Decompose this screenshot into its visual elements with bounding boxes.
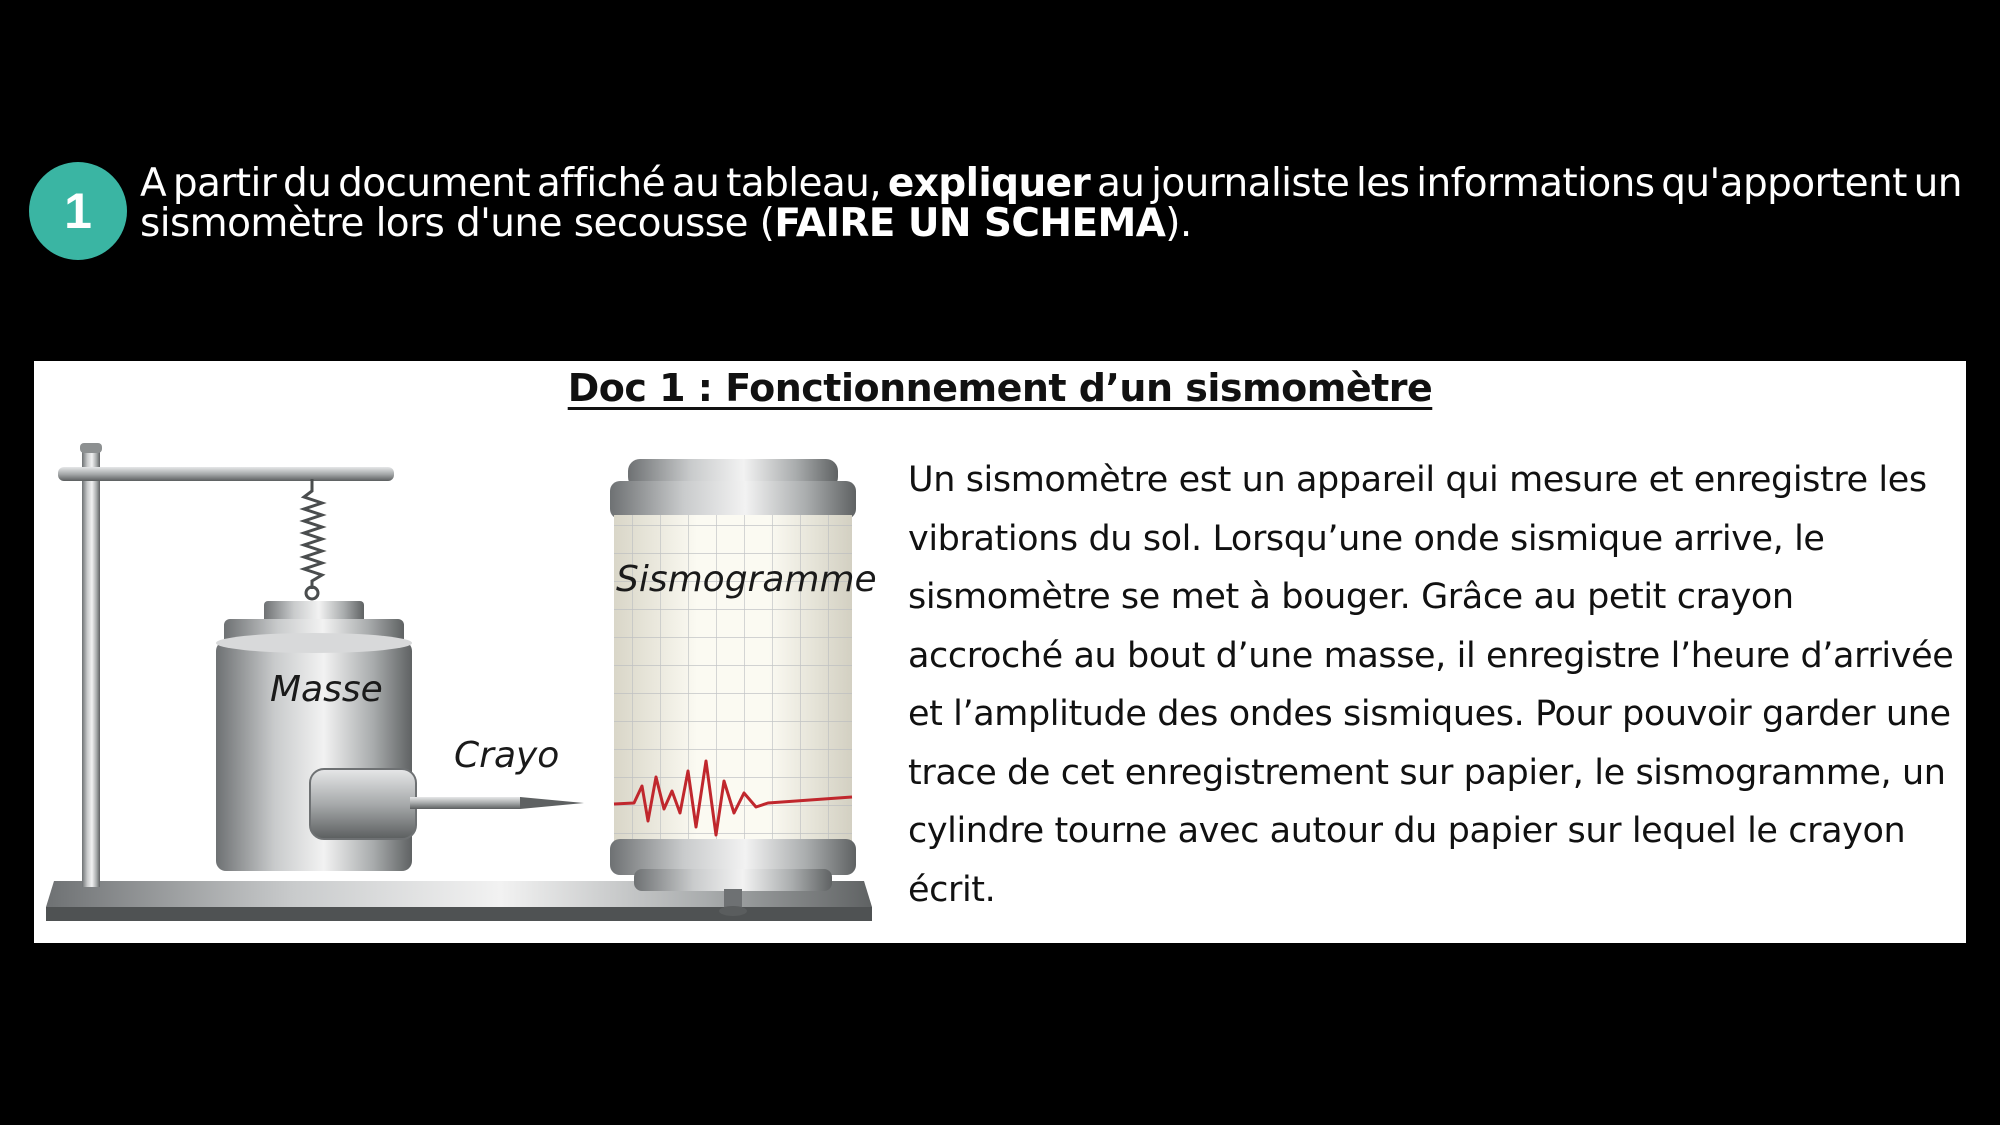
document-title: Doc 1 : Fonctionnement d’un sismomètre — [567, 366, 1433, 410]
instruction-bold-verb: expliquer — [887, 161, 1091, 206]
pen-label: Crayo — [454, 735, 559, 776]
mass-label: Masse — [270, 669, 383, 710]
support-pole — [80, 443, 102, 887]
drum-label: Sismogramme — [616, 559, 877, 600]
mass-weight — [216, 601, 417, 871]
seismogram-drum — [610, 459, 856, 916]
instruction-line-2: sismomètre lors d'une secousse (FAIRE UN… — [140, 201, 1192, 246]
document-panel: Doc 1 : Fonctionnement d’un sismomètre M… — [34, 361, 1966, 943]
step-number: 1 — [64, 183, 92, 239]
support-arm — [58, 467, 394, 481]
spring-icon — [299, 479, 327, 601]
instruction-text: Apartir du document affiché au tableau, expliq… — [140, 161, 1963, 246]
instruction-bold-schema: FAIRE UN SCHEMA — [774, 201, 1166, 246]
step-number-badge: 1 — [29, 162, 127, 260]
instruction-line-1: Apartir du document affiché au tableau, expliq… — [140, 161, 1963, 206]
seismometer-diagram: Masse Crayo Sismogramme — [46, 443, 877, 921]
document-paragraph: Un sismomètre est un appareil qui mesure… — [908, 460, 1954, 910]
slide: 1 Apartir du document affiché au tableau, expl… — [0, 0, 2000, 1125]
pen-rod — [410, 797, 584, 809]
